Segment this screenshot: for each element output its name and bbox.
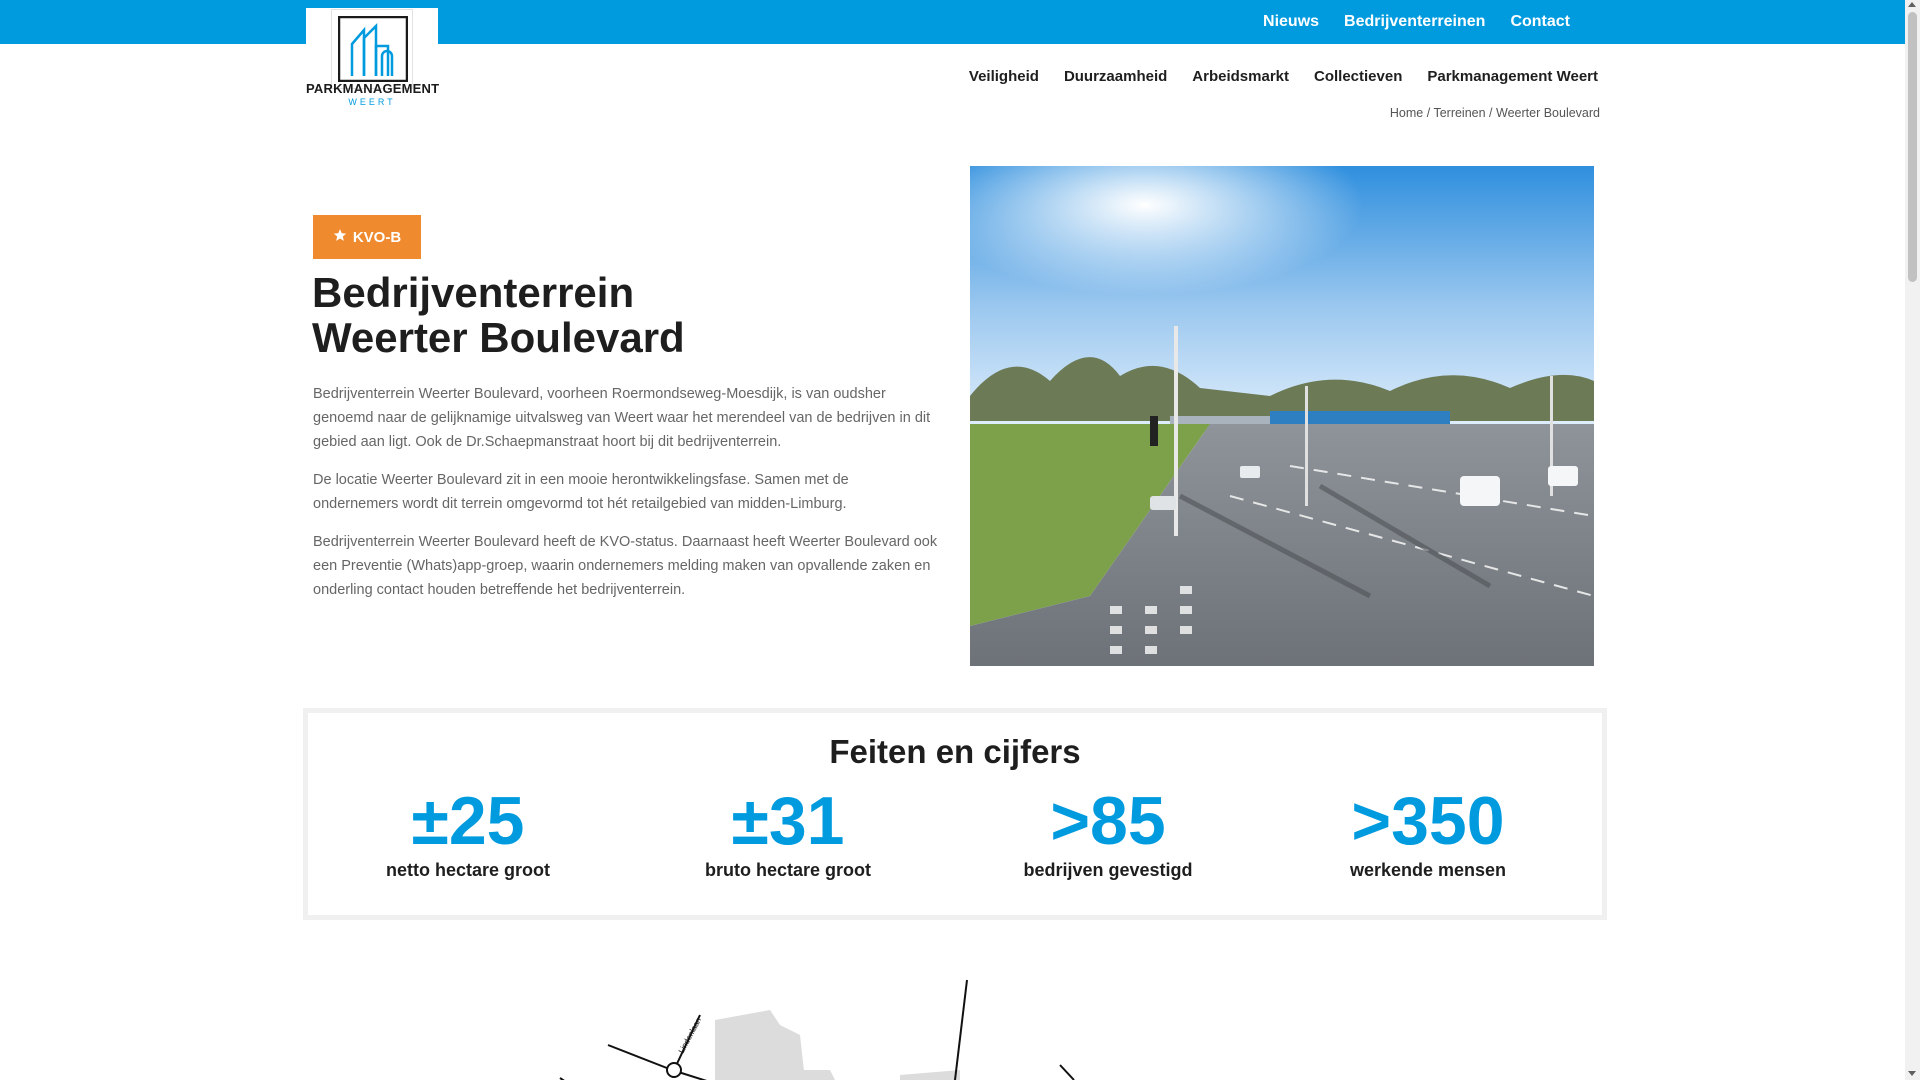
site-logo[interactable]: PARKMANAGEMENT WEERT bbox=[306, 8, 440, 108]
fact-netto-hectare: ±25 netto hectare groot bbox=[308, 786, 628, 881]
top-nav-contact[interactable]: Contact bbox=[1510, 13, 1570, 31]
page-title-line2: Weerter Boulevard bbox=[312, 314, 685, 361]
nav-parkmanagement-weert[interactable]: Parkmanagement Weert bbox=[1427, 68, 1598, 85]
logo-mark bbox=[331, 9, 413, 89]
nav-veiligheid[interactable]: Veiligheid bbox=[969, 68, 1039, 85]
top-bar: Nieuws Bedrijventerreinen Contact bbox=[0, 0, 1905, 44]
breadcrumb-separator: / bbox=[1423, 106, 1434, 120]
logo-subname: WEERT bbox=[348, 97, 396, 107]
fact-bedrijven: >85 bedrijven gevestigd bbox=[948, 786, 1268, 881]
intro-paragraph: De locatie Weerter Boulevard zit in een … bbox=[313, 472, 849, 512]
top-nav-bedrijventerreinen[interactable]: Bedrijventerreinen bbox=[1344, 13, 1485, 31]
fact-werkende-mensen: >350 werkende mensen bbox=[1268, 786, 1588, 881]
top-nav-nieuws[interactable]: Nieuws bbox=[1263, 13, 1319, 31]
map-street-label: Lindenlaan bbox=[677, 1016, 703, 1055]
hero-photo bbox=[970, 166, 1594, 666]
breadcrumb-current: Weerter Boulevard bbox=[1496, 106, 1600, 120]
fact-label: bedrijven gevestigd bbox=[1023, 860, 1193, 880]
top-nav: Nieuws Bedrijventerreinen Contact bbox=[1263, 0, 1570, 44]
facts-section: Feiten en cijfers ±25 netto hectare groo… bbox=[303, 708, 1607, 920]
main-nav: Veiligheid Duurzaamheid Arbeidsmarkt Col… bbox=[969, 68, 1598, 85]
intro-paragraph: Bedrijventerrein Weerter Boulevard heeft… bbox=[313, 534, 938, 598]
kvo-badge: KVO-B bbox=[313, 215, 421, 259]
breadcrumb-terreinen[interactable]: Terreinen bbox=[1433, 106, 1485, 120]
fact-label: bruto hectare groot bbox=[704, 860, 871, 880]
breadcrumb-separator: / bbox=[1485, 106, 1496, 120]
page-title: Bedrijventerrein Weerter Boulevard bbox=[312, 270, 932, 360]
nav-collectieven[interactable]: Collectieven bbox=[1314, 68, 1402, 85]
scroll-up-icon[interactable] bbox=[1908, 2, 1916, 7]
page-title-line1: Bedrijventerrein bbox=[312, 269, 635, 316]
fact-number: ±31 bbox=[731, 783, 845, 859]
fact-label: werkende mensen bbox=[1349, 860, 1507, 880]
fact-label: netto hectare groot bbox=[385, 860, 550, 880]
fact-number: ±25 bbox=[411, 783, 525, 859]
area-map[interactable]: Lindenlaan bbox=[540, 970, 1140, 1083]
scrollbar-thumb[interactable] bbox=[1908, 12, 1917, 282]
logo-name: PARKMANAGEMENT bbox=[306, 81, 440, 96]
fact-bruto-hectare: ±31 bruto hectare groot bbox=[628, 786, 948, 881]
page-scrollbar[interactable] bbox=[1905, 0, 1920, 1080]
breadcrumb-home[interactable]: Home bbox=[1390, 106, 1423, 120]
scroll-down-icon[interactable] bbox=[1908, 1071, 1916, 1076]
intro-text: Bedrijventerrein Weerter Boulevard, voor… bbox=[313, 382, 938, 616]
star-icon bbox=[333, 228, 347, 246]
kvo-badge-label: KVO-B bbox=[352, 228, 402, 246]
fact-number: >85 bbox=[1050, 783, 1166, 859]
fact-number: >350 bbox=[1351, 783, 1505, 859]
nav-arbeidsmarkt[interactable]: Arbeidsmarkt bbox=[1192, 68, 1289, 85]
breadcrumb: Home / Terreinen / Weerter Boulevard bbox=[1390, 106, 1600, 120]
nav-duurzaamheid[interactable]: Duurzaamheid bbox=[1064, 68, 1167, 85]
intro-paragraph: Bedrijventerrein Weerter Boulevard, voor… bbox=[313, 386, 931, 450]
facts-title: Feiten en cijfers bbox=[829, 733, 1081, 770]
